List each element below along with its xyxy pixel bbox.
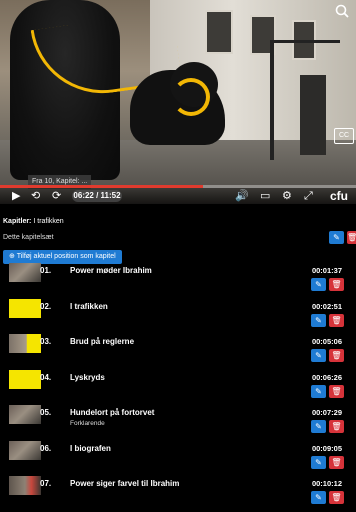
chapter-row[interactable]: 07. Power siger farvel til Ibrahim 00:10:1… xyxy=(0,476,356,512)
chapter-number: 01. xyxy=(40,266,52,275)
chapters-heading-value: I trafikken xyxy=(33,218,64,225)
edit-chapter-button[interactable]: ✎ xyxy=(311,313,326,327)
subtitles-button[interactable]: CC xyxy=(334,128,354,144)
edit-chapter-button[interactable]: ✎ xyxy=(311,420,326,433)
delete-chapter-button[interactable]: 🗑 xyxy=(329,313,344,327)
captions-icon[interactable]: ▭ xyxy=(260,189,270,203)
edit-chapter-set-button[interactable]: ✎ xyxy=(329,231,344,244)
edit-chapter-button[interactable]: ✎ xyxy=(311,278,326,291)
chapter-number: 03. xyxy=(40,337,52,346)
video-frame-bin xyxy=(300,75,326,155)
chapter-row[interactable]: 06. I biografen 00:09:05 ✎ 🗑 xyxy=(0,440,356,477)
chapter-time: 00:06:26 xyxy=(311,372,342,382)
chapter-number: 05. xyxy=(40,408,52,417)
edit-chapter-button[interactable]: ✎ xyxy=(311,349,326,362)
chapter-row[interactable]: 02. I trafikken 00:02:51 ✎ 🗑 xyxy=(0,298,356,335)
chapter-time: 00:01:37 xyxy=(311,266,342,275)
chapter-title[interactable]: Lyskryds xyxy=(70,373,105,382)
chapter-row[interactable]: 03. Brud på reglerne 00:05:06 ✎ 🗑 xyxy=(0,334,356,370)
chapter-thumbnail[interactable] xyxy=(9,369,41,389)
chapter-set-label: Dette kapitelsæt xyxy=(3,234,54,241)
chapter-number: 04. xyxy=(40,372,52,382)
chapter-number: 07. xyxy=(40,479,52,488)
delete-chapter-button[interactable]: 🗑 xyxy=(329,420,344,433)
chapter-time: 00:05:06 xyxy=(311,337,342,346)
add-chapter-label: Tilføj aktuel position som kapitel xyxy=(16,253,116,260)
chapter-thumbnail[interactable] xyxy=(9,263,41,282)
chapters-heading: Kapitler: I trafikken xyxy=(3,218,64,225)
play-icon[interactable]: ▶ xyxy=(12,189,20,203)
chapter-title[interactable]: Hundelort på fortorvet xyxy=(70,408,154,417)
video-frame-window xyxy=(205,10,233,54)
chapter-thumbnail[interactable] xyxy=(9,334,41,353)
chapter-time: 00:10:12 xyxy=(311,479,342,488)
chapter-thumbnail[interactable] xyxy=(9,298,41,318)
video-frame-railing xyxy=(270,40,340,43)
chapter-thumbnail[interactable] xyxy=(9,476,41,495)
delete-chapter-button[interactable]: 🗑 xyxy=(329,278,344,291)
delete-chapter-button[interactable]: 🗑 xyxy=(329,491,344,504)
add-icon: ⊕ xyxy=(9,253,15,260)
chapter-row[interactable]: 04. Lyskryds 00:06:26 ✎ 🗑 xyxy=(0,369,356,406)
chapter-thumbnail[interactable] xyxy=(9,405,41,424)
chapter-time: 00:07:29 xyxy=(311,408,342,417)
settings-icon[interactable]: ⚙ xyxy=(282,189,292,203)
rewind-icon[interactable]: ⟲ xyxy=(31,189,40,203)
volume-icon[interactable]: 🔊 xyxy=(235,189,249,203)
edit-chapter-button[interactable]: ✎ xyxy=(311,455,326,469)
chapter-title[interactable]: Power siger farvel til Ibrahim xyxy=(70,479,179,488)
chapter-title[interactable]: Brud på reglerne xyxy=(70,337,134,346)
edit-chapter-button[interactable]: ✎ xyxy=(311,491,326,504)
delete-chapter-set-button[interactable]: 🗑 xyxy=(347,231,356,244)
edit-chapter-button[interactable]: ✎ xyxy=(311,384,326,398)
controls-bar: ▶ ⟲ ⟳ 🔊 ▭ ⚙ ⤢ xyxy=(0,188,356,204)
brand-logo: cfu xyxy=(330,189,348,203)
delete-chapter-button[interactable]: 🗑 xyxy=(329,455,344,469)
chapter-title[interactable]: I trafikken xyxy=(70,302,108,311)
chapter-time: 00:02:51 xyxy=(311,301,342,311)
video-frame-railing xyxy=(270,40,274,160)
chapter-thumbnail[interactable] xyxy=(9,440,41,460)
chapter-title[interactable]: I biografen xyxy=(70,444,111,453)
chapter-number: 02. xyxy=(40,301,52,311)
chapter-time: 00:09:05 xyxy=(311,443,342,453)
time-display: 06:22 / 11:52 xyxy=(72,190,122,202)
add-chapter-button[interactable]: ⊕ Tilføj aktuel position som kapitel xyxy=(3,250,122,264)
forward-icon[interactable]: ⟳ xyxy=(52,189,61,203)
video-frame-harness xyxy=(172,78,210,116)
chapters-heading-label: Kapitler: xyxy=(3,218,32,225)
chapter-subtitle: Forklarende xyxy=(70,420,105,427)
chapter-title[interactable]: Power møder Ibrahim xyxy=(70,266,152,275)
delete-chapter-button[interactable]: 🗑 xyxy=(329,349,344,362)
chapter-row[interactable]: 01. Power møder Ibrahim 00:01:37 ✎ 🗑 xyxy=(0,263,356,299)
chapter-number: 06. xyxy=(40,443,52,453)
video-player[interactable]: CC Fra 10, Kapitel: ... ▶ ⟲ ⟳ 🔊 ▭ ⚙ ⤢ 06… xyxy=(0,0,356,204)
zoom-icon[interactable] xyxy=(333,4,351,22)
fullscreen-icon[interactable]: ⤢ xyxy=(304,189,313,203)
chapter-row[interactable]: 05. Hundelort på fortorvet Forklarende 00:0… xyxy=(0,405,356,441)
delete-chapter-button[interactable]: 🗑 xyxy=(329,384,344,398)
